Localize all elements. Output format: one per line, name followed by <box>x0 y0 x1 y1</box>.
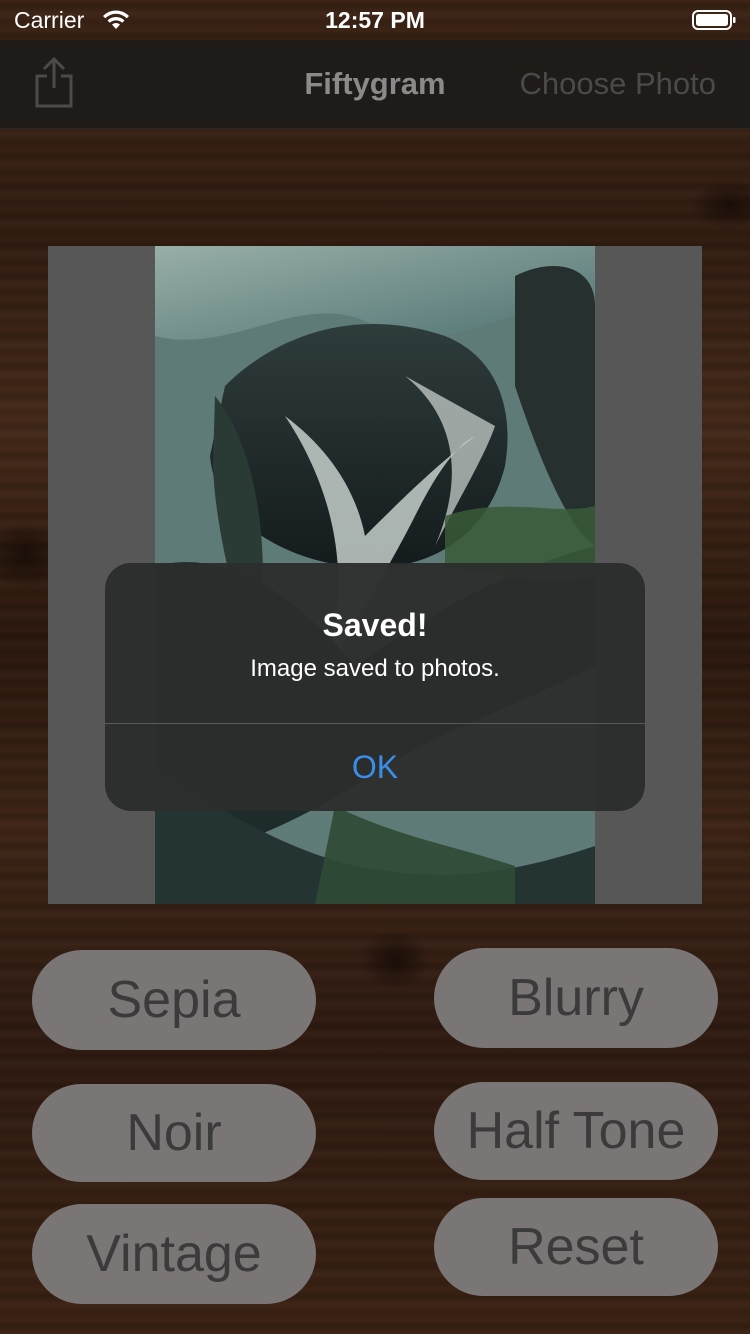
status-time: 12:57 PM <box>325 7 425 33</box>
battery-icon <box>692 10 736 30</box>
half-tone-button[interactable]: Half Tone <box>434 1082 718 1180</box>
navigation-bar: Fiftygram Choose Photo <box>0 40 750 129</box>
alert-message: Image saved to photos. <box>250 655 500 682</box>
status-bar: Carrier 12:57 PM <box>0 0 750 40</box>
alert-title: Saved! <box>322 607 428 643</box>
noir-button[interactable]: Noir <box>32 1084 316 1182</box>
alert-dialog: Saved! Image saved to photos. OK <box>105 563 645 811</box>
screen: Carrier 12:57 PM Fiftygram Choose Photo <box>0 0 750 1334</box>
choose-photo-button[interactable]: Choose Photo <box>520 66 716 102</box>
ok-button[interactable]: OK <box>105 724 645 811</box>
sepia-button[interactable]: Sepia <box>32 950 316 1050</box>
blurry-button[interactable]: Blurry <box>434 948 718 1048</box>
reset-button[interactable]: Reset <box>434 1198 718 1296</box>
vintage-button[interactable]: Vintage <box>32 1204 316 1304</box>
